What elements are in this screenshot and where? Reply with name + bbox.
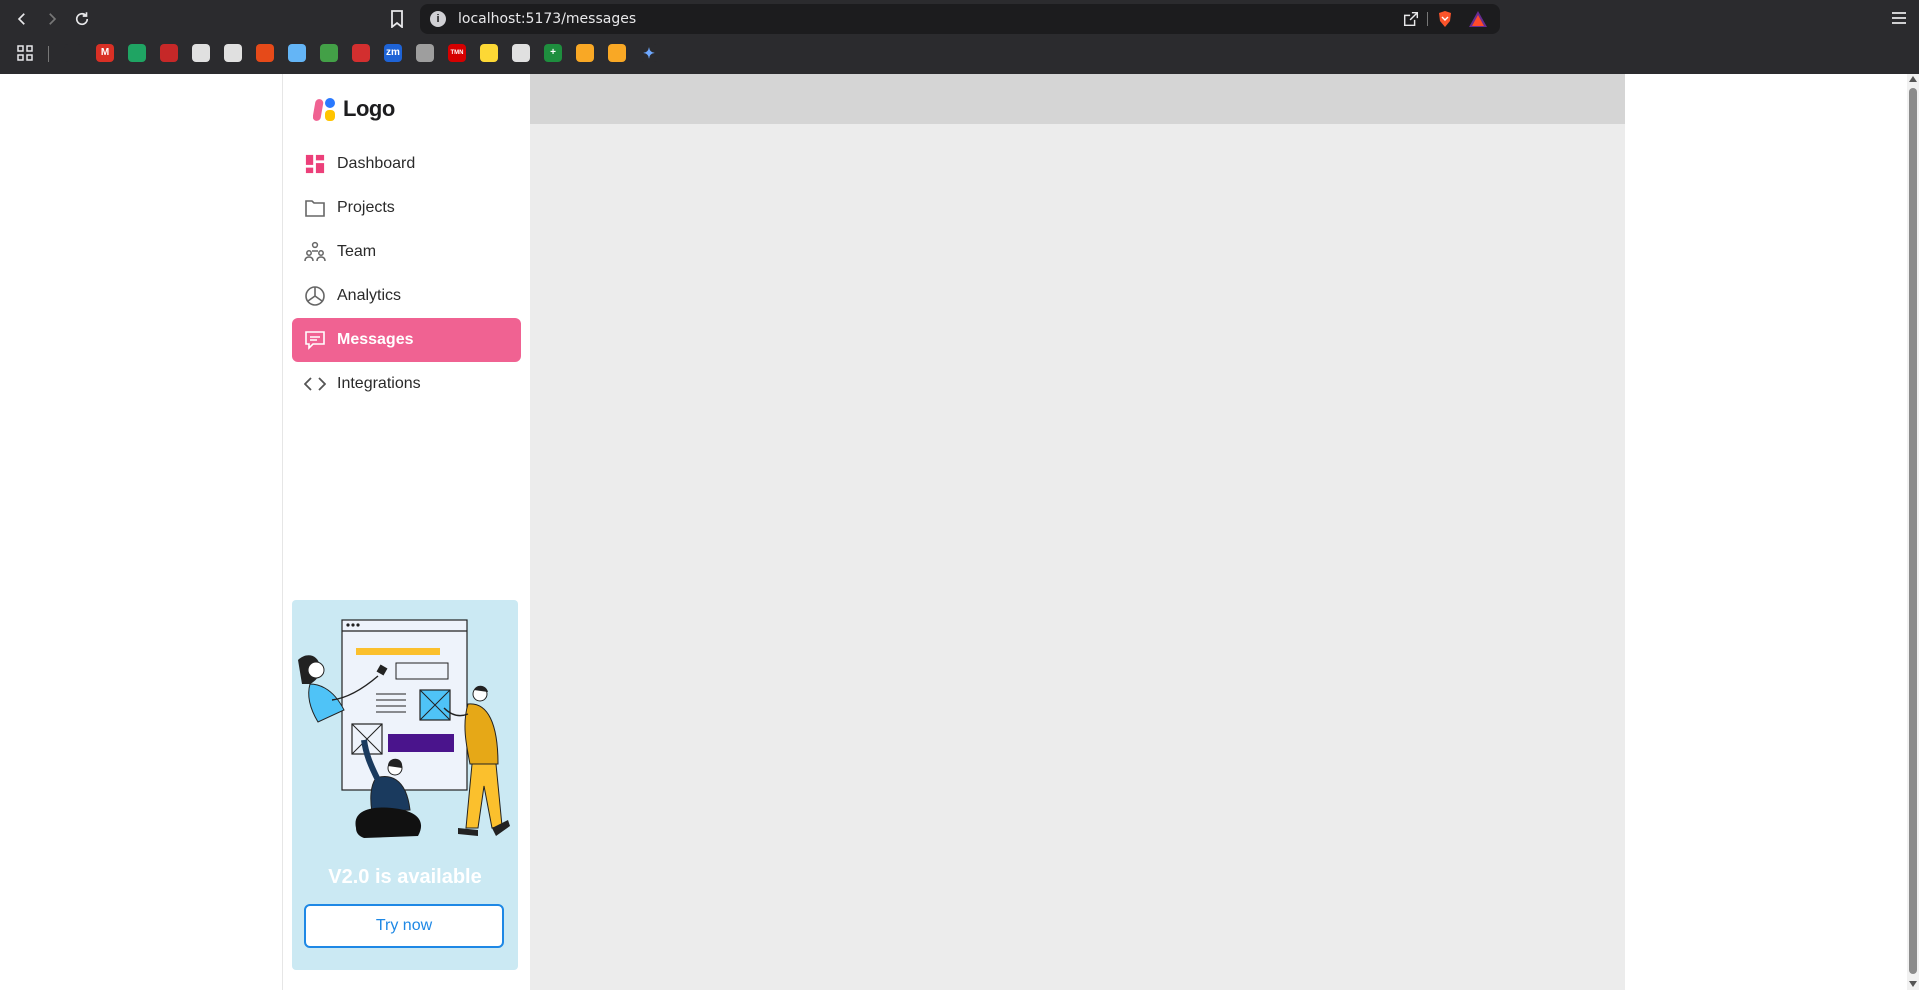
- gmail-icon[interactable]: M: [96, 44, 114, 62]
- bookmark-bird-icon[interactable]: [320, 44, 338, 62]
- team-icon: [304, 241, 326, 263]
- folder-icon: [304, 197, 326, 219]
- apps-grid-icon[interactable]: [16, 44, 34, 62]
- browser-chrome: i localhost:5173/messages Mzm TMN + ✦: [0, 0, 1919, 74]
- site-info-icon[interactable]: i: [430, 11, 446, 27]
- scroll-down-arrow-icon[interactable]: [1909, 981, 1917, 987]
- dashboard-icon: [304, 153, 326, 175]
- logo[interactable]: Logo: [312, 94, 395, 124]
- nav-item-team[interactable]: Team: [292, 230, 521, 274]
- bookmark-play2-icon[interactable]: [608, 44, 626, 62]
- zoom-icon[interactable]: zm: [384, 44, 402, 62]
- main-content: [530, 74, 1625, 990]
- share-icon[interactable]: [1402, 10, 1420, 28]
- nav-item-projects[interactable]: Projects: [292, 186, 521, 230]
- bookmark-target-icon[interactable]: [224, 44, 242, 62]
- apple-icon[interactable]: [64, 44, 82, 62]
- url-separator: [1427, 12, 1428, 26]
- logo-text: Logo: [343, 96, 395, 121]
- bookmark-shield-icon[interactable]: [416, 44, 434, 62]
- bookmark-red-icon[interactable]: [160, 44, 178, 62]
- address-bar[interactable]: i localhost:5173/messages: [420, 4, 1500, 34]
- nav-label-messages: Messages: [337, 331, 414, 348]
- gemini-icon[interactable]: ✦: [640, 44, 658, 62]
- brave-shields-icon[interactable]: [1436, 10, 1454, 28]
- tmn-icon[interactable]: TMN: [448, 44, 466, 62]
- pie-chart-icon: [304, 285, 326, 307]
- github-icon[interactable]: [512, 44, 530, 62]
- bookmarks-separator: [48, 46, 49, 62]
- brave-rewards-icon[interactable]: [1468, 10, 1488, 28]
- nav-label-analytics: Analytics: [337, 287, 402, 304]
- bookmark-play-icon[interactable]: [576, 44, 594, 62]
- nav-label-team: Team: [337, 243, 377, 260]
- nav-item-messages[interactable]: Messages: [292, 318, 521, 362]
- bookmark-image-icon[interactable]: [288, 44, 306, 62]
- scroll-thumb[interactable]: [1909, 88, 1917, 974]
- sidebar-nav: Dashboard Projects Team Analytics Messag…: [292, 142, 521, 406]
- bookmarks-bar: Mzm TMN + ✦: [0, 40, 1919, 68]
- back-icon[interactable]: [10, 7, 34, 31]
- bookmark-bag-icon[interactable]: [256, 44, 274, 62]
- promo-card: V2.0 is available Try now: [292, 600, 518, 970]
- browser-menu-icon[interactable]: [1889, 8, 1909, 28]
- message-icon: [304, 329, 326, 351]
- forward-icon[interactable]: [40, 7, 64, 31]
- sidebar: Logo Dashboard Projects Team Analytics M…: [282, 74, 530, 990]
- bookmark-cat-icon[interactable]: [352, 44, 370, 62]
- try-now-button[interactable]: Try now: [304, 904, 504, 948]
- bookmark-doc-icon[interactable]: [192, 44, 210, 62]
- nav-label-dashboard: Dashboard: [337, 155, 416, 172]
- code-icon: [304, 373, 326, 395]
- reload-icon[interactable]: [70, 7, 94, 31]
- nav-label-integrations: Integrations: [337, 375, 421, 392]
- nav-item-dashboard[interactable]: Dashboard: [292, 142, 521, 186]
- nav-label-projects: Projects: [337, 199, 395, 216]
- nav-item-integrations[interactable]: Integrations: [292, 362, 521, 406]
- drive-icon[interactable]: [128, 44, 146, 62]
- app-root: Logo Dashboard Projects Team Analytics M…: [0, 74, 1919, 990]
- bookmark-face-icon[interactable]: [480, 44, 498, 62]
- url-text[interactable]: localhost:5173/messages: [458, 11, 636, 27]
- bookmark-page-icon[interactable]: [385, 8, 409, 30]
- promo-title: V2.0 is available: [328, 866, 482, 888]
- nav-item-analytics[interactable]: Analytics: [292, 274, 521, 318]
- sheets-icon[interactable]: +: [544, 44, 562, 62]
- page-scrollbar[interactable]: [1907, 74, 1919, 990]
- team-illustration: [298, 619, 510, 838]
- main-header: [530, 74, 1625, 124]
- logo-mark-icon: [312, 95, 337, 123]
- scroll-up-arrow-icon[interactable]: [1909, 76, 1917, 82]
